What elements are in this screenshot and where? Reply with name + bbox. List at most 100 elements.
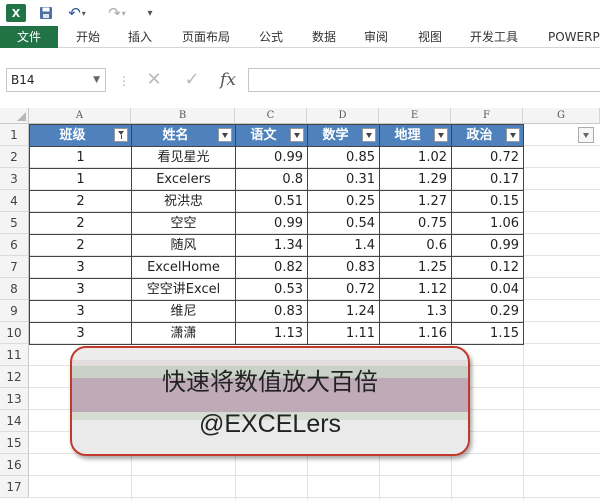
- header-math[interactable]: 数学: [307, 124, 380, 147]
- formula-input[interactable]: [248, 68, 600, 92]
- table-cell[interactable]: 0.29: [451, 300, 524, 323]
- table-cell[interactable]: 随风: [131, 234, 236, 257]
- row-header-13[interactable]: 13: [0, 388, 29, 410]
- tab-view[interactable]: 视图: [418, 26, 442, 48]
- insert-function-icon[interactable]: fx: [216, 68, 240, 92]
- table-cell[interactable]: 1.34: [235, 234, 308, 257]
- table-cell[interactable]: 1.12: [379, 278, 452, 301]
- column-header-g[interactable]: G: [523, 108, 600, 124]
- column-header-b[interactable]: B: [131, 108, 235, 124]
- column-header-c[interactable]: C: [235, 108, 307, 124]
- header-politics[interactable]: 政治: [451, 124, 524, 147]
- row-header-6[interactable]: 6: [0, 234, 29, 256]
- row-header-12[interactable]: 12: [0, 366, 29, 388]
- header-class[interactable]: 班级: [29, 124, 132, 147]
- filter-dropdown-icon[interactable]: [218, 128, 232, 142]
- row-header-2[interactable]: 2: [0, 146, 29, 168]
- table-cell[interactable]: 0.53: [235, 278, 308, 301]
- table-cell[interactable]: 0.99: [451, 234, 524, 257]
- tab-powerpivot[interactable]: POWERP: [548, 26, 600, 48]
- row-header-17[interactable]: 17: [0, 476, 29, 498]
- header-geography[interactable]: 地理: [379, 124, 452, 147]
- table-cell[interactable]: 0.83: [307, 256, 380, 279]
- tab-insert[interactable]: 插入: [128, 26, 152, 48]
- column-header-f[interactable]: F: [451, 108, 523, 124]
- table-cell[interactable]: 1.29: [379, 168, 452, 191]
- table-cell[interactable]: 潇潇: [131, 322, 236, 345]
- row-header-4[interactable]: 4: [0, 190, 29, 212]
- row-header-8[interactable]: 8: [0, 278, 29, 300]
- redo-icon[interactable]: ↷ ▾: [106, 4, 128, 22]
- table-cell[interactable]: 0.75: [379, 212, 452, 235]
- table-cell[interactable]: 3: [29, 322, 132, 345]
- table-cell[interactable]: ExcelHome: [131, 256, 236, 279]
- table-cell[interactable]: 1.16: [379, 322, 452, 345]
- table-cell[interactable]: 空空: [131, 212, 236, 235]
- filter-dropdown-button[interactable]: [578, 127, 594, 143]
- table-cell[interactable]: 2: [29, 190, 132, 213]
- table-cell[interactable]: 0.6: [379, 234, 452, 257]
- name-box[interactable]: B14 ▼: [6, 68, 106, 92]
- formula-bar-grip[interactable]: ⋮: [118, 74, 130, 88]
- row-header-5[interactable]: 5: [0, 212, 29, 234]
- table-cell[interactable]: 2: [29, 234, 132, 257]
- tab-home[interactable]: 开始: [76, 26, 100, 48]
- column-header-d[interactable]: D: [307, 108, 379, 124]
- table-cell[interactable]: 1.02: [379, 146, 452, 169]
- table-cell[interactable]: 0.99: [235, 212, 308, 235]
- tab-review[interactable]: 审阅: [364, 26, 388, 48]
- header-chinese[interactable]: 语文: [235, 124, 308, 147]
- row-header-10[interactable]: 10: [0, 322, 29, 344]
- row-header-15[interactable]: 15: [0, 432, 29, 454]
- table-cell[interactable]: 维尼: [131, 300, 236, 323]
- table-cell[interactable]: 1.11: [307, 322, 380, 345]
- row-header-16[interactable]: 16: [0, 454, 29, 476]
- undo-icon[interactable]: ↶ ▾: [66, 4, 88, 22]
- table-cell[interactable]: 0.72: [307, 278, 380, 301]
- table-cell[interactable]: 1.3: [379, 300, 452, 323]
- table-cell[interactable]: 空空讲Excel: [131, 278, 236, 301]
- table-cell[interactable]: 1: [29, 168, 132, 191]
- table-cell[interactable]: Excelers: [131, 168, 236, 191]
- filter-dropdown-icon[interactable]: [290, 128, 304, 142]
- confirm-entry-icon[interactable]: ✓: [180, 68, 204, 92]
- tab-formulas[interactable]: 公式: [259, 26, 283, 48]
- table-cell[interactable]: 3: [29, 300, 132, 323]
- table-cell[interactable]: 3: [29, 256, 132, 279]
- column-header-e[interactable]: E: [379, 108, 451, 124]
- table-cell[interactable]: 0.25: [307, 190, 380, 213]
- row-header-11[interactable]: 11: [0, 344, 29, 366]
- table-cell[interactable]: 1.24: [307, 300, 380, 323]
- row-header-3[interactable]: 3: [0, 168, 29, 190]
- row-header-14[interactable]: 14: [0, 410, 29, 432]
- table-cell[interactable]: 0.85: [307, 146, 380, 169]
- tab-file[interactable]: 文件: [0, 26, 58, 48]
- table-cell[interactable]: 1.15: [451, 322, 524, 345]
- table-cell[interactable]: 0.12: [451, 256, 524, 279]
- filter-dropdown-icon[interactable]: [434, 128, 448, 142]
- table-cell[interactable]: 0.04: [451, 278, 524, 301]
- table-cell[interactable]: 0.15: [451, 190, 524, 213]
- tab-page-layout[interactable]: 页面布局: [182, 26, 230, 48]
- row-header-1[interactable]: 1: [0, 124, 29, 146]
- table-cell[interactable]: 1.4: [307, 234, 380, 257]
- column-header-a[interactable]: A: [29, 108, 131, 124]
- row-header-7[interactable]: 7: [0, 256, 29, 278]
- table-cell[interactable]: 0.72: [451, 146, 524, 169]
- table-cell[interactable]: 看见星光: [131, 146, 236, 169]
- row-header-9[interactable]: 9: [0, 300, 29, 322]
- table-cell[interactable]: 3: [29, 278, 132, 301]
- filter-dropdown-icon[interactable]: [362, 128, 376, 142]
- header-name[interactable]: 姓名: [131, 124, 236, 147]
- table-cell[interactable]: 0.17: [451, 168, 524, 191]
- cancel-entry-icon[interactable]: ✕: [142, 68, 166, 92]
- table-cell[interactable]: 1.25: [379, 256, 452, 279]
- table-cell[interactable]: 1.06: [451, 212, 524, 235]
- table-cell[interactable]: 1: [29, 146, 132, 169]
- chevron-down-icon[interactable]: ▼: [93, 69, 100, 91]
- filter-dropdown-icon[interactable]: [506, 128, 520, 142]
- tab-data[interactable]: 数据: [312, 26, 336, 48]
- table-cell[interactable]: 祝洪忠: [131, 190, 236, 213]
- table-cell[interactable]: 2: [29, 212, 132, 235]
- table-cell[interactable]: 0.54: [307, 212, 380, 235]
